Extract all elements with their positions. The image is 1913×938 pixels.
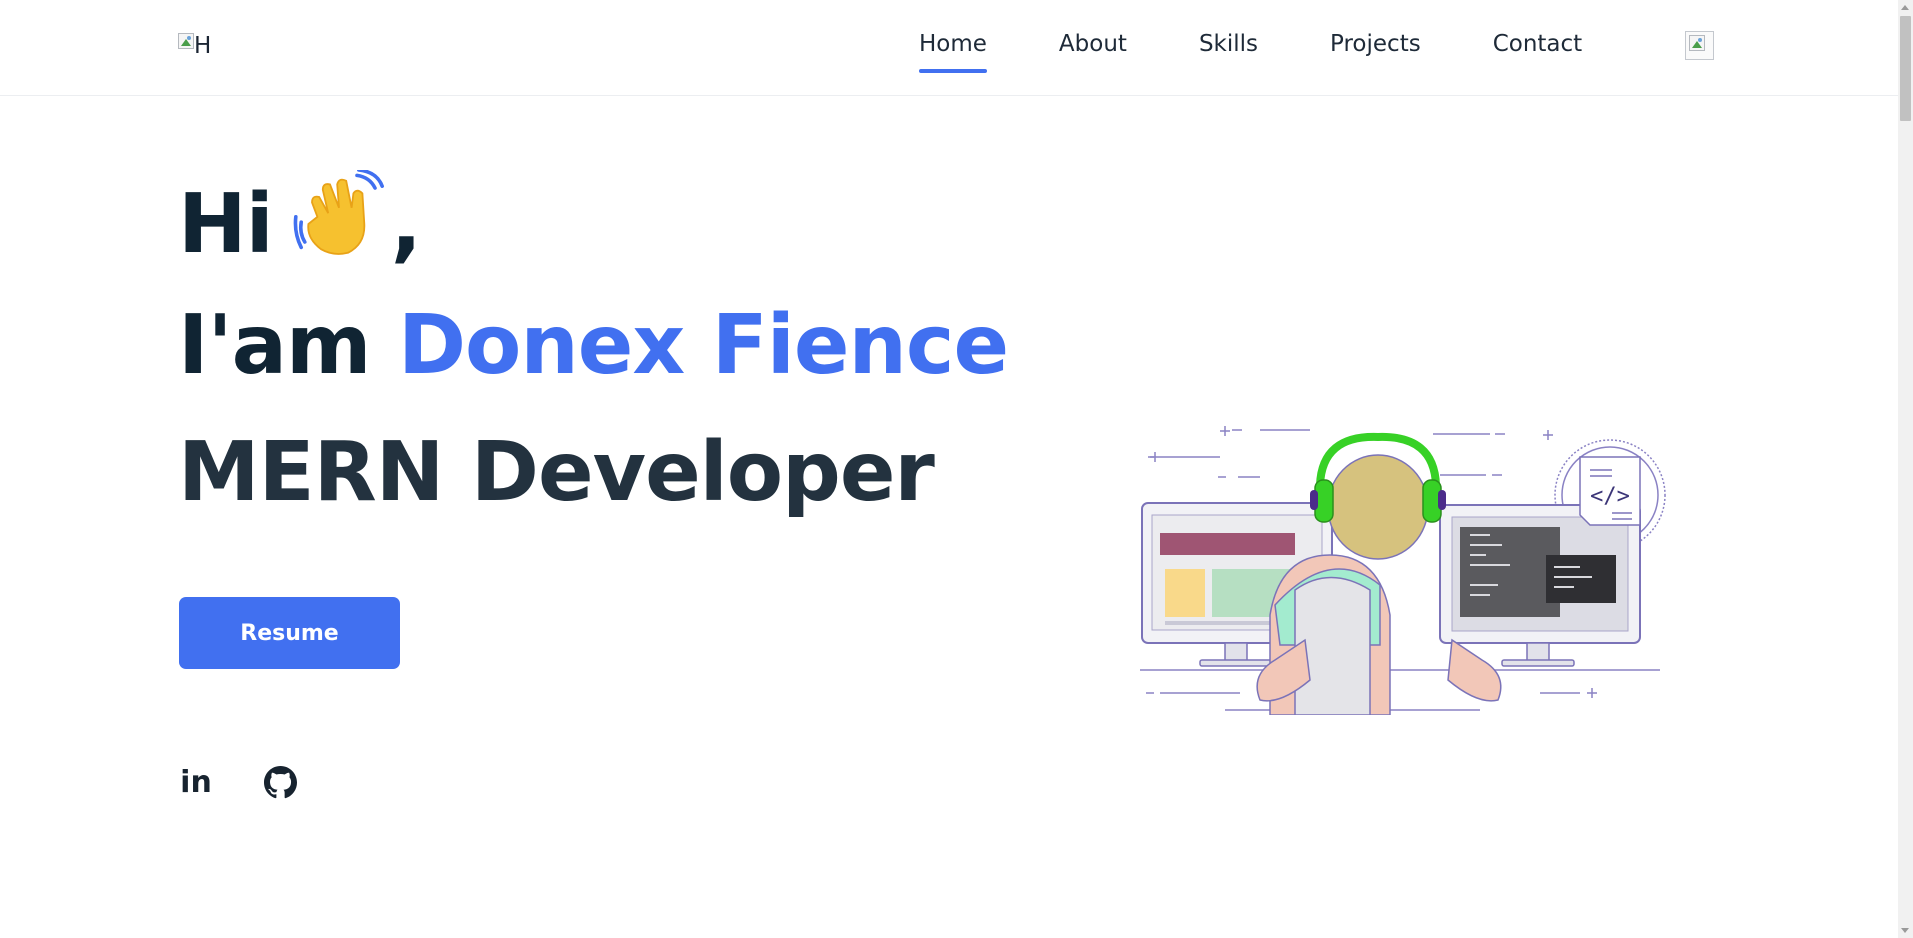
greeting-comma: , (390, 177, 422, 272)
logo[interactable]: H (178, 33, 211, 61)
github-icon[interactable] (264, 766, 297, 799)
linkedin-icon[interactable]: in (180, 765, 212, 800)
main-nav: Home About Skills Projects Contact (919, 31, 1654, 73)
nav-about[interactable]: About (1059, 31, 1127, 71)
broken-image-icon (178, 33, 194, 49)
waving-hand-icon (293, 170, 384, 255)
hero-greeting: Hi , (178, 170, 422, 272)
scroll-up-arrow-icon[interactable] (1901, 5, 1909, 10)
scroll-thumb[interactable] (1900, 16, 1911, 121)
nav-home[interactable]: Home (919, 31, 987, 73)
nav-skills[interactable]: Skills (1199, 31, 1258, 71)
hero-role: MERN Developer (178, 425, 935, 520)
greeting-text: Hi (178, 177, 274, 272)
resume-button[interactable]: Resume (179, 597, 400, 669)
broken-image-icon (1689, 35, 1705, 51)
nav-projects[interactable]: Projects (1330, 31, 1421, 71)
intro-prefix: I'am (178, 298, 398, 393)
scroll-down-arrow-icon[interactable] (1901, 928, 1909, 933)
theme-toggle-image[interactable] (1685, 31, 1714, 60)
developer-illustration: </> (1140, 426, 1666, 715)
page-scrollbar[interactable] (1898, 0, 1913, 938)
hero-intro: I'am Donex Fience (178, 298, 1009, 393)
site-header: H Home About Skills Projects Contact (0, 0, 1898, 96)
code-tag-text: </> (1590, 484, 1630, 509)
nav-contact[interactable]: Contact (1493, 31, 1582, 71)
logo-alt-text: H (194, 33, 212, 59)
hero-name: Donex Fience (397, 298, 1009, 393)
